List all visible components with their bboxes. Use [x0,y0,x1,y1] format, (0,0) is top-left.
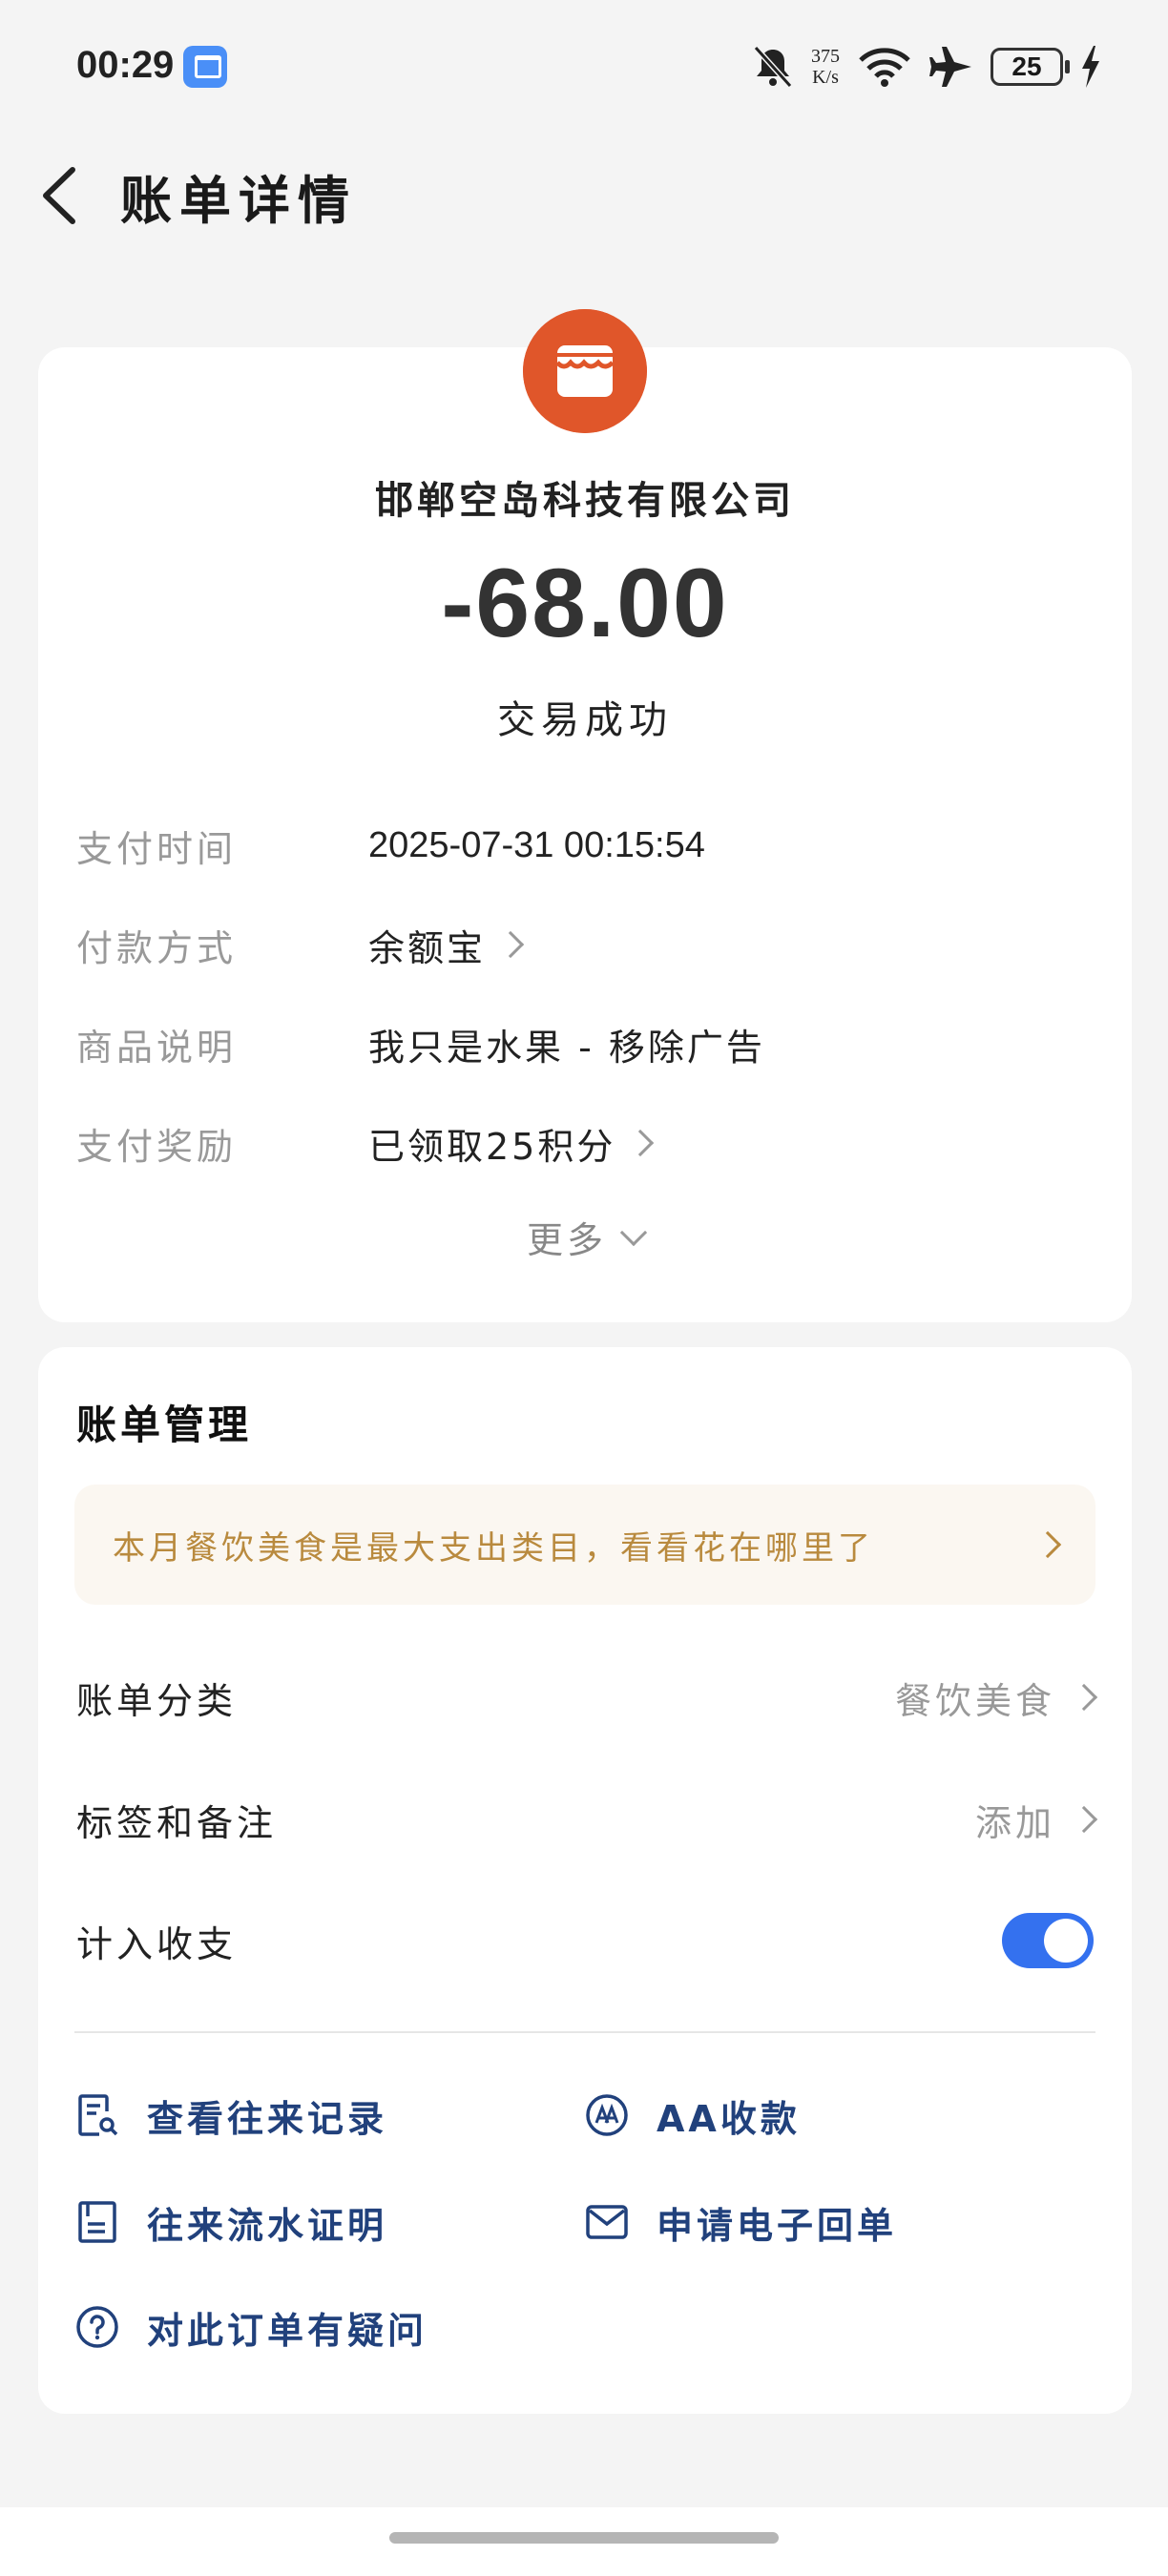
more-label: 更多 [526,1219,607,1261]
action-label: 往来流水证明 [147,2204,388,2247]
action-label: 查看往来记录 [147,2097,388,2140]
row-value: 余额宝 [368,926,487,969]
action-label: 对此订单有疑问 [147,2309,428,2352]
home-indicator[interactable] [389,2532,779,2544]
airplane-icon [929,47,971,87]
status-time: 00:29 [76,44,175,86]
row-label: 支付时间 [76,827,238,870]
net-speed: 375 K/s [811,46,840,88]
bill-category-row[interactable]: 账单分类 餐饮美食 [76,1664,1098,1731]
row-value: 2025-07-31 00:15:54 [368,824,705,865]
bill-category-value: 餐饮美食 [894,1679,1055,1722]
more-button[interactable]: 更多 [38,1211,1132,1263]
app-notification-icon [183,46,227,88]
page-title: 账单详情 [120,171,357,231]
chevron-right-icon [627,1129,655,1157]
tags-notes-label: 标签和备注 [76,1801,278,1844]
merchant-name: 邯郸空岛科技有限公司 [375,479,795,523]
transaction-status: 交易成功 [497,698,673,742]
product-desc-row: 商品说明 我只是水果 - 移除广告 [76,1015,1094,1072]
include-in-stats-row: 计入收支 [76,1907,1094,1974]
tags-notes-value: 添加 [974,1801,1055,1844]
row-value: 我只是水果 - 移除广告 [368,1026,765,1069]
row-value-wrap: 已领取25积分 [368,1117,655,1170]
transaction-proof-button[interactable]: 往来流水证明 [74,2189,387,2255]
charging-icon [1082,46,1099,88]
section-title: 账单管理 [76,1402,253,1448]
chevron-down-icon [619,1218,648,1246]
bill-category-value-wrap: 餐饮美食 [894,1672,1098,1724]
action-label: AA收款 [657,2097,801,2140]
view-records-button[interactable]: 查看往来记录 [74,2082,387,2149]
transaction-amount: -68.00 [441,549,729,657]
tags-notes-row[interactable]: 标签和备注 添加 [76,1786,1098,1853]
chevron-right-icon [1070,1805,1098,1834]
chevron-left-icon[interactable] [34,164,92,227]
status-icons: 375 K/s 25 [752,38,1101,95]
document-icon [78,2201,116,2243]
row-value-wrap: 余额宝 [368,919,525,971]
bill-category-label: 账单分类 [76,1679,238,1722]
aa-icon [586,2094,628,2136]
payment-method-row[interactable]: 付款方式 余额宝 [76,916,1094,973]
chevron-right-icon [496,930,525,959]
aa-collect-button[interactable]: AA收款 [584,2082,801,2149]
tags-notes-value-wrap: 添加 [974,1794,1098,1846]
banner-text: 本月餐饮美食是最大支出类目，看看花在哪里了 [113,1528,874,1568]
bell-muted-icon [753,45,793,89]
chevron-right-icon [1070,1683,1098,1712]
status-bar: 00:29 375 K/s 25 [0,0,1168,134]
row-value: 已领取25积分 [368,1125,616,1168]
row-label: 付款方式 [76,926,238,969]
help-icon [76,2306,118,2348]
wifi-icon [859,48,910,87]
row-label: 商品说明 [76,1026,238,1069]
payment-time-row: 支付时间 2025-07-31 00:15:54 [76,817,1094,874]
battery-indicator: 25 [991,48,1070,86]
bill-management-card: 账单管理 本月餐饮美食是最大支出类目，看看花在哪里了 账单分类 餐饮美食 标签和… [38,1347,1132,2414]
app-header: 账单详情 [0,143,1168,248]
row-label: 支付奖励 [76,1125,238,1168]
include-in-stats-toggle[interactable] [1002,1913,1094,1968]
action-label: 申请电子回单 [657,2204,898,2247]
chevron-right-icon [1033,1530,1062,1559]
record-search-icon [78,2094,118,2136]
include-in-stats-label: 计入收支 [76,1922,238,1965]
mail-icon [586,2205,628,2239]
divider [74,2031,1095,2033]
transaction-card: 邯郸空岛科技有限公司 -68.00 交易成功 支付时间 2025-07-31 0… [38,309,1132,1322]
payment-reward-row[interactable]: 支付奖励 已领取25积分 [76,1114,1094,1172]
spending-insight-banner[interactable]: 本月餐饮美食是最大支出类目，看看花在哪里了 [74,1485,1095,1605]
order-question-button[interactable]: 对此订单有疑问 [74,2294,428,2360]
e-receipt-button[interactable]: 申请电子回单 [584,2189,897,2255]
store-icon [523,309,647,433]
